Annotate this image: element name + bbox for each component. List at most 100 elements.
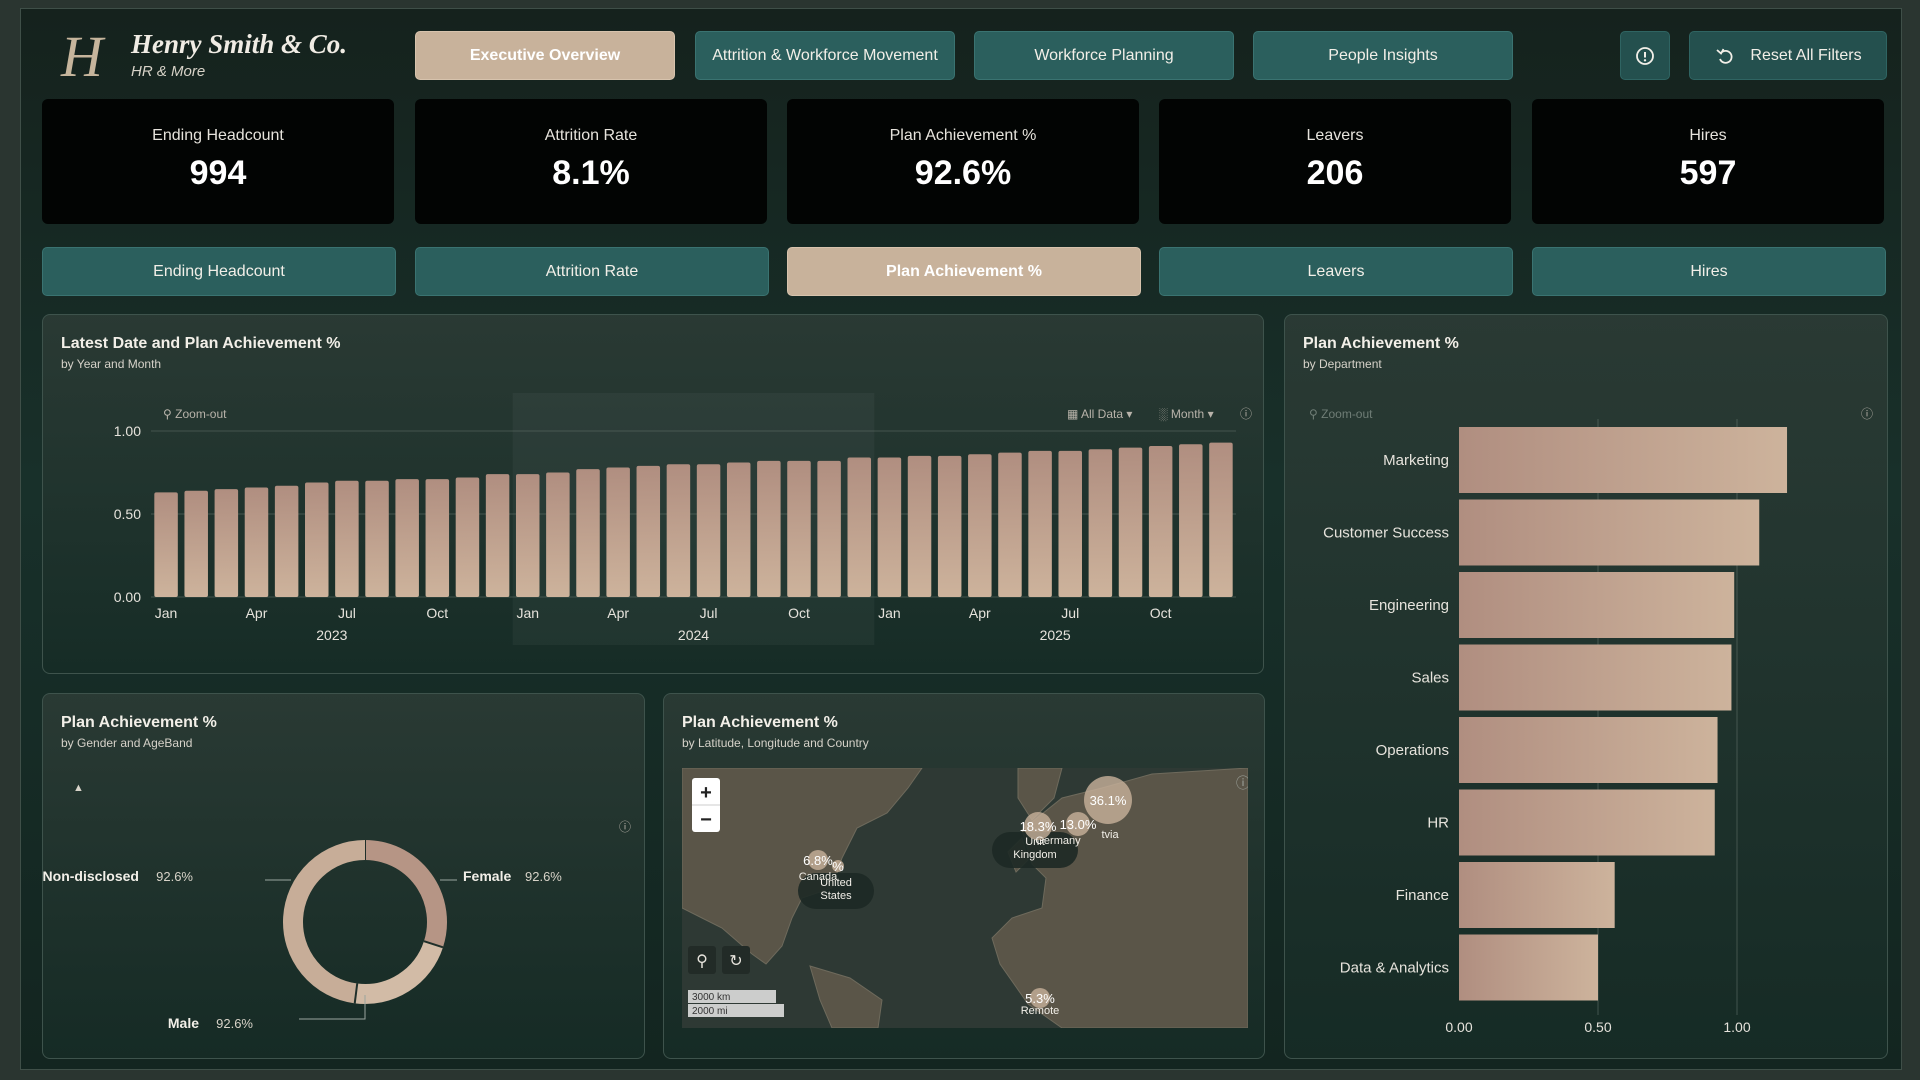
kpi-label: Leavers (1306, 127, 1364, 144)
info-button[interactable] (1620, 31, 1670, 80)
bar (184, 490, 208, 597)
dashboard-frame: H Henry Smith & Co. HR & More Executive … (20, 8, 1902, 1070)
tab-people-insights[interactable]: People Insights (1253, 31, 1513, 80)
bubble-value: 6.8% (803, 853, 833, 868)
bubble-value: 5.3% (1025, 991, 1055, 1006)
metric-label: Leavers (1307, 262, 1365, 280)
category-label: Customer Success (1323, 525, 1449, 542)
kpi-attrition-rate: Attrition Rate 8.1% (415, 99, 767, 224)
panel-monthly-trend: Latest Date and Plan Achievement % by Ye… (42, 314, 1264, 674)
slice-name: Male (168, 1015, 199, 1031)
metric-label: Attrition Rate (545, 262, 639, 280)
tab-label: Attrition & Workforce Movement (712, 46, 938, 64)
x-tick-label: Apr (969, 605, 991, 621)
tab-workforce-planning[interactable]: Workforce Planning (974, 31, 1234, 80)
category-label: Engineering (1369, 597, 1449, 614)
metric-label: Ending Headcount (153, 262, 285, 280)
bar (546, 472, 570, 597)
zoom-in-button: + (700, 782, 712, 804)
x-tick-label: Jul (338, 605, 356, 621)
scale-label-km: 3000 km (692, 992, 730, 1003)
kpi-value: 994 (189, 154, 247, 192)
bar (244, 487, 269, 597)
x-tick-label: 0.00 (1445, 1019, 1472, 1035)
gender-donut-chart: Female 92.6% Male 92.6% Non-disclosed 92.6% (43, 840, 562, 1031)
bar (335, 480, 359, 597)
bar (425, 479, 450, 597)
bar (576, 469, 600, 597)
metric-attrition-rate-button[interactable]: Attrition Rate (415, 247, 769, 296)
reset-all-filters-button[interactable]: Reset All Filters (1689, 31, 1887, 80)
slice-value: 92.6% (525, 869, 562, 884)
bar (1459, 499, 1760, 566)
kpi-hires: Hires 597 (1532, 99, 1884, 224)
bar (1118, 447, 1143, 597)
bubble-value: 13.0% (1060, 817, 1097, 832)
bar (907, 455, 932, 597)
country-label-germany: Germany (1035, 835, 1081, 847)
bar (726, 462, 751, 597)
tab-label: Executive Overview (469, 46, 621, 64)
bubble-value: 18.3% (1020, 819, 1057, 834)
scale-label-mi: 2000 mi (692, 1006, 728, 1017)
x-tick-label: Jan (155, 605, 178, 621)
metric-ending-headcount-button[interactable]: Ending Headcount (42, 247, 396, 296)
bar (1028, 450, 1052, 597)
pin-icon: ⚲ (696, 953, 708, 970)
category-label: Marketing (1383, 452, 1449, 469)
kpi-value: 92.6% (914, 154, 1012, 192)
bar (1459, 934, 1598, 1001)
metric-leavers-button[interactable]: Leavers (1159, 247, 1513, 296)
bar (1459, 572, 1735, 638)
bar (847, 457, 872, 597)
slice-value: 92.6% (216, 1016, 253, 1031)
y-tick-label: 1.00 (114, 423, 141, 439)
tab-executive-overview[interactable]: Executive Overview (415, 31, 675, 80)
category-label: HR (1427, 815, 1449, 832)
year-label: 2024 (678, 627, 709, 643)
bar (636, 465, 661, 597)
category-label: Sales (1411, 670, 1449, 687)
metric-plan-achievement-button[interactable]: Plan Achievement % (787, 247, 1141, 296)
tab-label: People Insights (1328, 46, 1438, 64)
bar (1459, 427, 1788, 493)
kpi-value: 8.1% (552, 154, 630, 192)
bar (1058, 450, 1082, 597)
logo-mark: H (61, 24, 103, 89)
y-tick-label: 0.00 (114, 589, 141, 605)
zoom-out-button: − (700, 809, 712, 831)
bar (485, 474, 510, 597)
bar (1459, 789, 1715, 856)
kpi-value: 597 (1679, 154, 1737, 192)
tab-label: Workforce Planning (1034, 46, 1174, 64)
bar (968, 454, 992, 597)
kpi-leavers: Leavers 206 (1159, 99, 1511, 224)
category-label: Finance (1396, 887, 1449, 904)
tab-attrition-workforce-movement[interactable]: Attrition & Workforce Movement (695, 31, 955, 80)
slice-value: 92.6% (156, 869, 193, 884)
donut-slice (364, 840, 447, 948)
metric-label: Plan Achievement % (886, 262, 1042, 280)
x-tick-label: 1.00 (1723, 1019, 1750, 1035)
panel-subtitle: by Latitude, Longitude and Country (682, 736, 869, 750)
panel-map: Plan Achievement % by Latitude, Longitud… (663, 693, 1265, 1059)
bar (1459, 644, 1732, 711)
bar (696, 464, 721, 597)
kpi-plan-achievement: Plan Achievement % 92.6% (787, 99, 1139, 224)
brand-subtitle: HR & More (131, 63, 206, 80)
panel-department: Plan Achievement % by Department ⚲ Zoom-… (1284, 314, 1888, 1059)
bar (1179, 444, 1203, 597)
kpi-label: Plan Achievement % (889, 127, 1037, 144)
country-map[interactable]: +−⚲ ↻3000 km2000 miⓘUnitedStatesUnitKingd… (682, 768, 1248, 1028)
x-tick-label: 0.50 (1584, 1019, 1611, 1035)
bar (154, 492, 178, 597)
reset-label: Reset All Filters (1750, 46, 1862, 64)
bar (305, 482, 329, 597)
x-tick-label: Jan (878, 605, 901, 621)
bar (214, 489, 239, 597)
metric-hires-button[interactable]: Hires (1532, 247, 1886, 296)
year-label: 2023 (316, 627, 347, 643)
info-icon (1636, 46, 1654, 65)
category-label: Data & Analytics (1340, 960, 1449, 977)
x-tick-label: Apr (607, 605, 629, 621)
